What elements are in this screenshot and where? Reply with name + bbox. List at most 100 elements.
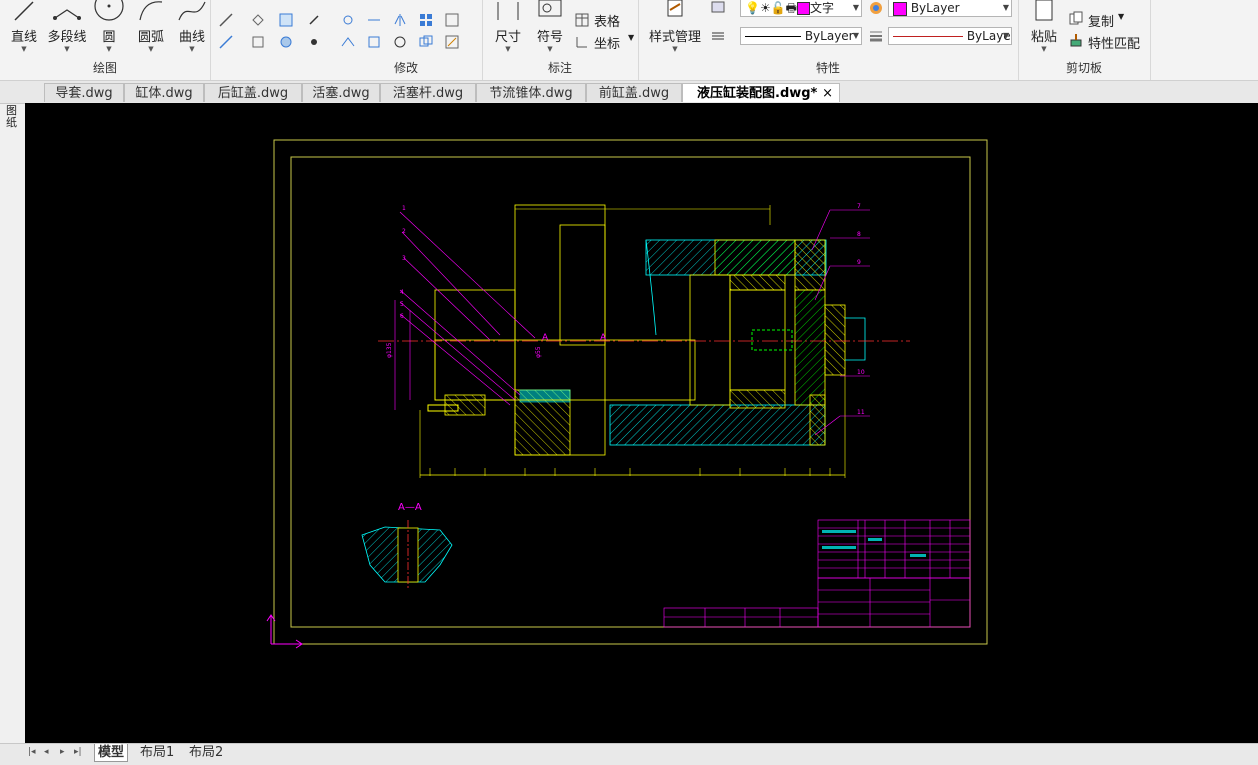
offset-icon[interactable] <box>340 34 356 50</box>
tab-assembly-active[interactable]: 液压缸装配图.dwg* × <box>682 83 840 102</box>
last-layout-button[interactable]: ▸| <box>74 747 82 757</box>
copy-objects-icon[interactable] <box>418 34 434 50</box>
circle-label: 圆 <box>102 30 116 45</box>
table-label[interactable]: 表格 <box>594 11 620 30</box>
tab-layout2[interactable]: 布局2 <box>189 744 223 761</box>
match-properties-label[interactable]: 特性匹配 <box>1088 33 1140 52</box>
point-icon[interactable] <box>306 34 322 50</box>
annotate-group-label: 标注 <box>547 61 572 75</box>
curve-tool[interactable]: 曲线 ▼ <box>174 0 210 53</box>
chevron-down-icon: ▼ <box>148 45 154 53</box>
side-panel-label[interactable]: 图纸 <box>6 105 18 129</box>
rectangle-icon[interactable] <box>250 34 266 50</box>
chevron-down-icon: ▼ <box>64 45 70 53</box>
edit-icon[interactable] <box>444 34 460 50</box>
tab-jieliuzhuiti[interactable]: 节流锥体.dwg <box>476 83 586 102</box>
lock-icon: 🔓 <box>770 1 786 15</box>
tab-hougangai[interactable]: 后缸盖.dwg <box>204 83 302 102</box>
tab-huosai[interactable]: 活塞.dwg <box>302 83 380 102</box>
paste-label: 粘贴 <box>1030 30 1057 45</box>
linetype-select[interactable]: ByLayer ▼ <box>740 27 862 45</box>
next-layout-button[interactable]: ▸ <box>60 747 65 757</box>
arc-tool[interactable]: 圆弧 ▼ <box>132 0 170 53</box>
copy-label[interactable]: 复制 <box>1088 11 1114 30</box>
dimension-tool[interactable]: 尺寸 ▼ <box>490 0 526 53</box>
chevron-down-icon[interactable]: ▼ <box>628 33 634 42</box>
svg-text:9: 9 <box>857 259 861 266</box>
rotate-icon[interactable] <box>392 34 408 50</box>
match-properties-icon[interactable] <box>1068 32 1084 48</box>
array-icon[interactable] <box>418 12 434 28</box>
arc-label: 圆弧 <box>137 30 164 45</box>
prev-layout-button[interactable]: ◂ <box>44 747 49 757</box>
chevron-down-icon: ▼ <box>21 45 27 53</box>
polyline-tool[interactable]: 多段线 ▼ <box>44 0 90 53</box>
ucs-icon <box>266 614 303 649</box>
lineweight-list-icon[interactable] <box>710 28 726 44</box>
region-icon[interactable] <box>250 12 266 28</box>
bulb-icon: 💡 <box>745 1 760 15</box>
first-layout-button[interactable]: |◂ <box>28 747 36 757</box>
color-wheel-icon[interactable] <box>868 0 884 16</box>
chevron-down-icon: ▼ <box>852 3 859 12</box>
copy-icon[interactable] <box>1068 10 1084 26</box>
draw-more-tools <box>240 0 328 80</box>
construction-line-icon[interactable] <box>218 12 234 28</box>
paste-tool[interactable]: 粘贴 ▼ <box>1024 0 1064 53</box>
chevron-down-icon[interactable]: ▼ <box>1118 12 1124 21</box>
tab-label: 节流锥体.dwg <box>489 86 573 101</box>
title-block-fill <box>822 530 926 557</box>
section-mark-left: A <box>542 333 549 343</box>
move-icon[interactable] <box>340 12 356 28</box>
tab-model[interactable]: 模型 <box>94 744 129 762</box>
lineweight-preview <box>893 36 963 37</box>
coordinate-icon[interactable] <box>574 34 590 50</box>
drawing-canvas[interactable]: φ135 φ55 A A 1 2 3 4 5 6 7 8 9 10 11 A—A <box>25 103 1258 743</box>
side-panel: 图纸 <box>0 81 26 743</box>
scale-icon[interactable] <box>366 34 382 50</box>
tab-daotao[interactable]: 导套.dwg <box>44 83 124 102</box>
polyline-label: 多段线 <box>47 30 87 45</box>
dimension-label: 尺寸 <box>494 30 521 45</box>
line-tool[interactable]: 直线 ▼ <box>6 0 42 53</box>
symbol-tool[interactable]: 符号 ▼ <box>532 0 568 53</box>
table-icon[interactable] <box>574 12 590 28</box>
tab-layout1-label: 布局1 <box>140 745 175 760</box>
gradient-icon[interactable] <box>278 34 294 50</box>
tab-huosaigan[interactable]: 活塞杆.dwg <box>380 83 476 102</box>
close-icon[interactable]: × <box>822 84 833 103</box>
svg-text:1: 1 <box>402 205 406 212</box>
lineweight-select[interactable]: ByLayer ▼ <box>888 27 1012 45</box>
explode-icon[interactable] <box>444 12 460 28</box>
mirror-icon[interactable] <box>392 12 408 28</box>
section-label: A—A <box>398 502 422 513</box>
layer-color-swatch <box>797 2 810 15</box>
tab-label: 后缸盖.dwg <box>217 86 289 101</box>
tab-gangti[interactable]: 缸体.dwg <box>124 83 204 102</box>
clipboard-group-label: 剪切板 <box>1065 61 1102 75</box>
trim-icon[interactable] <box>366 12 382 28</box>
style-manager-icon <box>667 0 683 17</box>
chevron-down-icon: ▼ <box>106 45 112 53</box>
hatch-icon[interactable] <box>278 12 294 28</box>
coordinate-label[interactable]: 坐标 <box>594 33 620 52</box>
circle-tool[interactable]: 圆 ▼ <box>92 0 126 53</box>
ray-icon[interactable] <box>218 34 234 50</box>
svg-text:8: 8 <box>857 231 861 238</box>
chevron-down-icon: ▼ <box>1041 45 1047 53</box>
tab-layout2-label: 布局2 <box>189 745 224 760</box>
lineweight-icon[interactable] <box>868 28 884 44</box>
linetype-value: ByLayer <box>804 29 854 43</box>
chevron-down-icon: ▼ <box>1002 31 1009 40</box>
chevron-down-icon: ▼ <box>852 31 859 40</box>
tab-layout1[interactable]: 布局1 <box>140 744 174 761</box>
pointer-icon[interactable] <box>306 12 322 28</box>
layer-manager-icon[interactable] <box>710 0 726 16</box>
circle-icon <box>94 0 124 21</box>
color-select[interactable]: ByLayer ▼ <box>888 0 1012 17</box>
chevron-down-icon: ▼ <box>672 45 678 53</box>
tab-qiangangai[interactable]: 前缸盖.dwg <box>586 83 682 102</box>
symbol-icon <box>538 0 562 17</box>
layer-select[interactable]: 💡☀🔓🖶 文字 ▼ <box>740 0 862 17</box>
style-manager-tool[interactable]: 样式管理 ▼ <box>644 0 706 53</box>
